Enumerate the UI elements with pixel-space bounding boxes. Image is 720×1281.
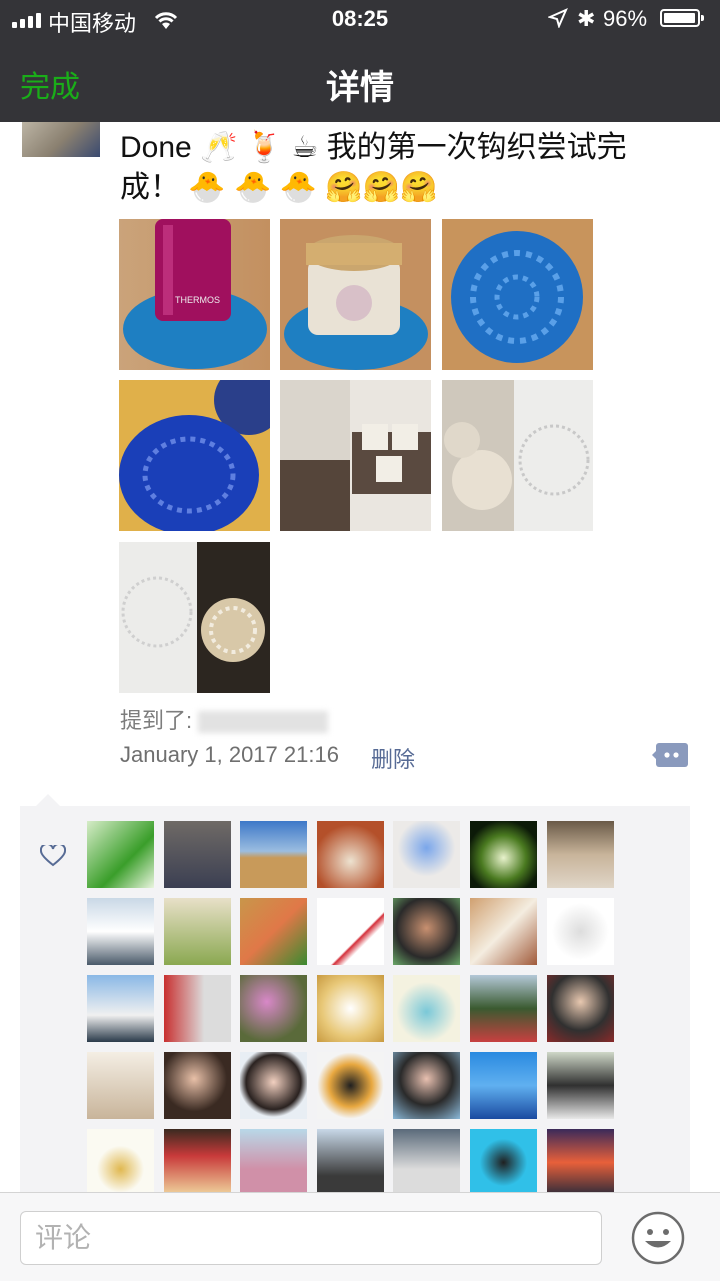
post-text: Done 🥂 🍹 ☕ 我的第一次钩织尝试完成！ 🐣 🐣 🐣 🤗🤗🤗 <box>120 131 627 204</box>
like-avatar[interactable] <box>240 898 307 965</box>
likes-arrow <box>36 794 60 806</box>
like-avatar[interactable] <box>240 821 307 888</box>
heart-icon <box>40 845 66 867</box>
like-avatar[interactable] <box>87 1129 154 1196</box>
smiley-icon[interactable] <box>630 1210 686 1266</box>
page-title: 详情 <box>326 69 394 107</box>
like-avatar[interactable] <box>164 821 231 888</box>
photo-blue-doily[interactable] <box>442 219 593 370</box>
mentioned-users-blurred <box>198 711 329 734</box>
like-avatar[interactable] <box>87 1052 154 1119</box>
like-avatar[interactable] <box>470 898 537 965</box>
like-avatar[interactable] <box>317 821 384 888</box>
like-avatar[interactable] <box>393 1052 460 1119</box>
like-avatar[interactable] <box>393 898 460 965</box>
like-avatar[interactable] <box>470 821 537 888</box>
battery-icon <box>660 9 704 27</box>
like-avatar[interactable] <box>87 975 154 1042</box>
navigation-bar: 中国移动 08:25 ✱ 96% 完成 详情 <box>0 0 720 122</box>
like-avatar[interactable] <box>470 1052 537 1119</box>
photo-book-page-2[interactable] <box>442 380 593 531</box>
like-avatar[interactable] <box>470 1129 537 1196</box>
like-avatar[interactable] <box>164 1052 231 1119</box>
photo-thermos-coaster[interactable]: THERMOS <box>119 219 270 370</box>
post-timestamp: January 1, 2017 21:16 <box>120 742 339 767</box>
mentions-label: 提到了: <box>120 708 193 733</box>
like-avatar[interactable] <box>164 975 231 1042</box>
like-avatar[interactable] <box>317 898 384 965</box>
like-avatar[interactable] <box>547 821 614 888</box>
like-avatar[interactable] <box>317 1052 384 1119</box>
mentions: 提到了: <box>120 703 329 735</box>
like-avatar[interactable] <box>164 898 231 965</box>
delete-link[interactable]: 删除 <box>371 742 415 774</box>
battery-percent: 96% <box>603 6 648 31</box>
like-avatar[interactable] <box>87 821 154 888</box>
photo-blue-doily-yarn[interactable] <box>119 380 270 531</box>
location-icon <box>548 8 568 28</box>
like-avatar[interactable] <box>240 1129 307 1196</box>
like-avatar[interactable] <box>317 1129 384 1196</box>
photo-book-page-3[interactable] <box>119 542 270 693</box>
like-avatar[interactable] <box>164 1129 231 1196</box>
comment-action-icon[interactable] <box>652 741 688 769</box>
like-avatar[interactable] <box>470 975 537 1042</box>
like-avatar[interactable] <box>393 821 460 888</box>
comment-bar <box>0 1192 720 1281</box>
like-avatar[interactable] <box>547 1129 614 1196</box>
bluetooth-icon: ✱ <box>577 6 596 31</box>
like-avatar[interactable] <box>547 898 614 965</box>
like-avatar[interactable] <box>240 975 307 1042</box>
like-avatar[interactable] <box>547 975 614 1042</box>
like-avatar[interactable] <box>547 1052 614 1119</box>
like-avatar[interactable] <box>240 1052 307 1119</box>
like-avatar[interactable] <box>87 898 154 965</box>
svg-text:THERMOS: THERMOS <box>175 295 220 305</box>
like-avatar[interactable] <box>393 975 460 1042</box>
comment-input[interactable] <box>20 1211 602 1265</box>
like-avatar[interactable] <box>393 1129 460 1196</box>
photo-jar-coaster[interactable] <box>280 219 431 370</box>
status-bar: 中国移动 08:25 ✱ 96% <box>0 0 720 40</box>
like-avatar[interactable] <box>317 975 384 1042</box>
photo-book-page-1[interactable] <box>280 380 431 531</box>
